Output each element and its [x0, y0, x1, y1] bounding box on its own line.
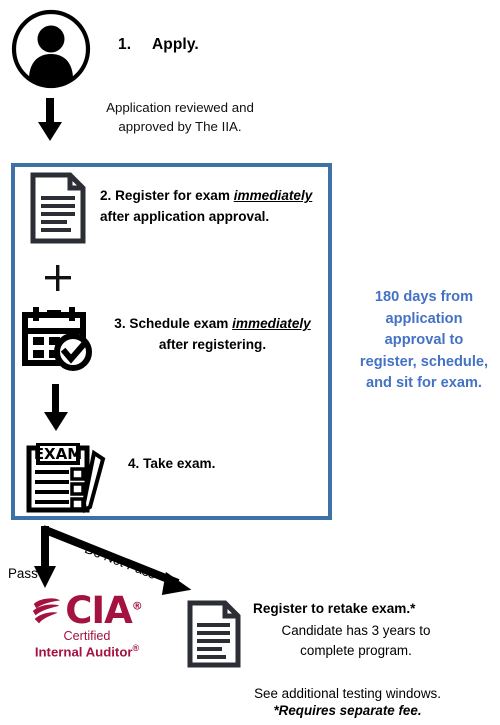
step-3-emphasis: immediately: [232, 316, 311, 331]
step-2-suffix: after application approval.: [100, 209, 270, 224]
step-4-label: 4. Take exam.: [128, 456, 216, 471]
exam-clipboard-pencil-icon: EXAM: [24, 442, 108, 515]
cia-sub-internal-auditor: Internal Auditor®: [34, 643, 140, 660]
step-1-heading: 1. Apply.: [118, 36, 199, 54]
callout-line-4: register, schedule,: [359, 353, 489, 370]
cia-credential-logo: CIA® Certified Internal Auditor®: [12, 592, 162, 660]
plus-icon: [42, 262, 74, 294]
application-note-line-1: Application reviewed and: [106, 100, 254, 115]
cia-globe-icon: [33, 597, 61, 623]
cia-sub-registered-mark: ®: [132, 643, 140, 653]
svg-text:EXAM: EXAM: [34, 445, 82, 463]
cia-wordmark: CIA®: [65, 589, 143, 632]
retake-note-line-2: complete program.: [300, 643, 412, 658]
down-arrow-after-schedule: [39, 384, 73, 432]
callout-line-1: 180 days from: [374, 289, 474, 305]
180-days-callout: 180 days from application approval to re…: [350, 287, 498, 395]
retake-note: Candidate has 3 years to complete progra…: [240, 621, 472, 661]
step-2-prefix: 2. Register for exam: [100, 188, 234, 203]
callout-line-3: approval to: [384, 332, 464, 348]
retake-title: Register to retake exam.*: [253, 601, 416, 616]
down-arrow-after-apply: [32, 98, 68, 142]
testing-windows-note: See additional testing windows.: [254, 686, 441, 701]
document-icon: [186, 600, 242, 668]
step-1-number: 1.: [118, 36, 132, 53]
pass-label: Pass: [8, 566, 38, 581]
cia-registered-mark: ®: [131, 599, 143, 613]
calendar-check-icon: [20, 304, 96, 372]
step-1-label: Apply.: [152, 36, 199, 53]
step-3-prefix: 3. Schedule exam: [114, 316, 233, 331]
step-2-emphasis: immediately: [233, 188, 313, 203]
callout-line-5: and sit for exam.: [366, 375, 482, 391]
step-3-text: 3. Schedule exam immediately after regis…: [100, 313, 325, 355]
cia-sub-certified: Certified: [63, 629, 111, 643]
callout-line-2: application: [385, 310, 463, 327]
application-review-note: Application reviewed and approved by The…: [88, 98, 272, 136]
retake-note-line-1: Candidate has 3 years to: [281, 623, 431, 638]
document-icon: [29, 172, 87, 244]
step-3-suffix: after registering.: [158, 337, 267, 352]
application-note-line-2: approved by The IIA.: [118, 119, 242, 134]
step-2-text: 2. Register for exam immediately after a…: [100, 185, 325, 227]
separate-fee-note: *Requires separate fee.: [273, 703, 422, 718]
person-avatar-icon: [11, 9, 91, 89]
